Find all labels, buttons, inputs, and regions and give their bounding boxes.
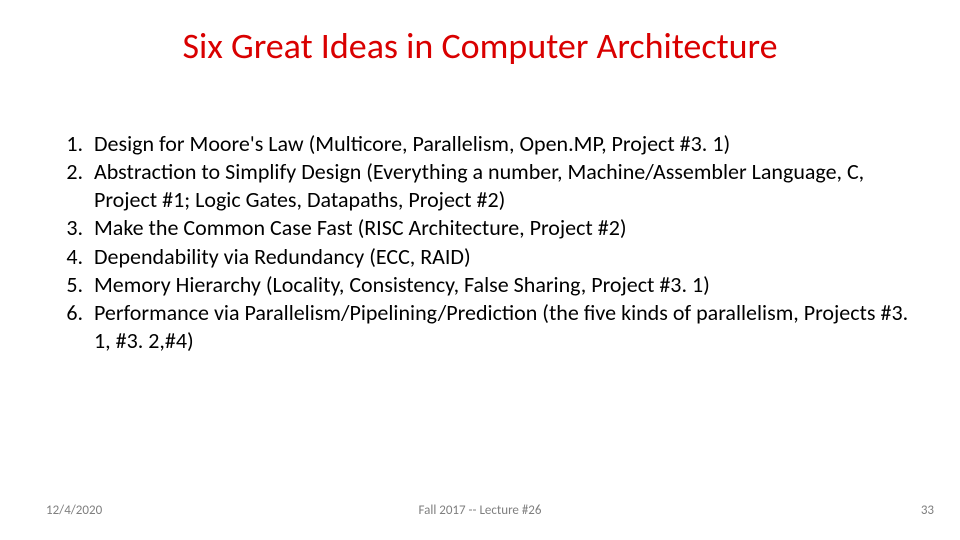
slide-body: Design for Moore's Law (Multicore, Paral… <box>38 130 923 355</box>
ideas-list: Design for Moore's Law (Multicore, Paral… <box>38 130 923 355</box>
list-item: Dependability via Redundancy (ECC, RAID) <box>88 243 923 271</box>
list-item: Design for Moore's Law (Multicore, Paral… <box>88 130 923 158</box>
footer-page-number: 33 <box>921 503 934 518</box>
list-item: Make the Common Case Fast (RISC Architec… <box>88 214 923 242</box>
slide-title: Six Great Ideas in Computer Architecture <box>0 24 960 68</box>
slide: Six Great Ideas in Computer Architecture… <box>0 0 960 540</box>
list-item: Performance via Parallelism/Pipelining/P… <box>88 299 923 355</box>
footer-lecture: Fall 2017 -- Lecture #26 <box>0 503 960 518</box>
list-item: Abstraction to Simplify Design (Everythi… <box>88 158 923 214</box>
list-item: Memory Hierarchy (Locality, Consistency,… <box>88 271 923 299</box>
